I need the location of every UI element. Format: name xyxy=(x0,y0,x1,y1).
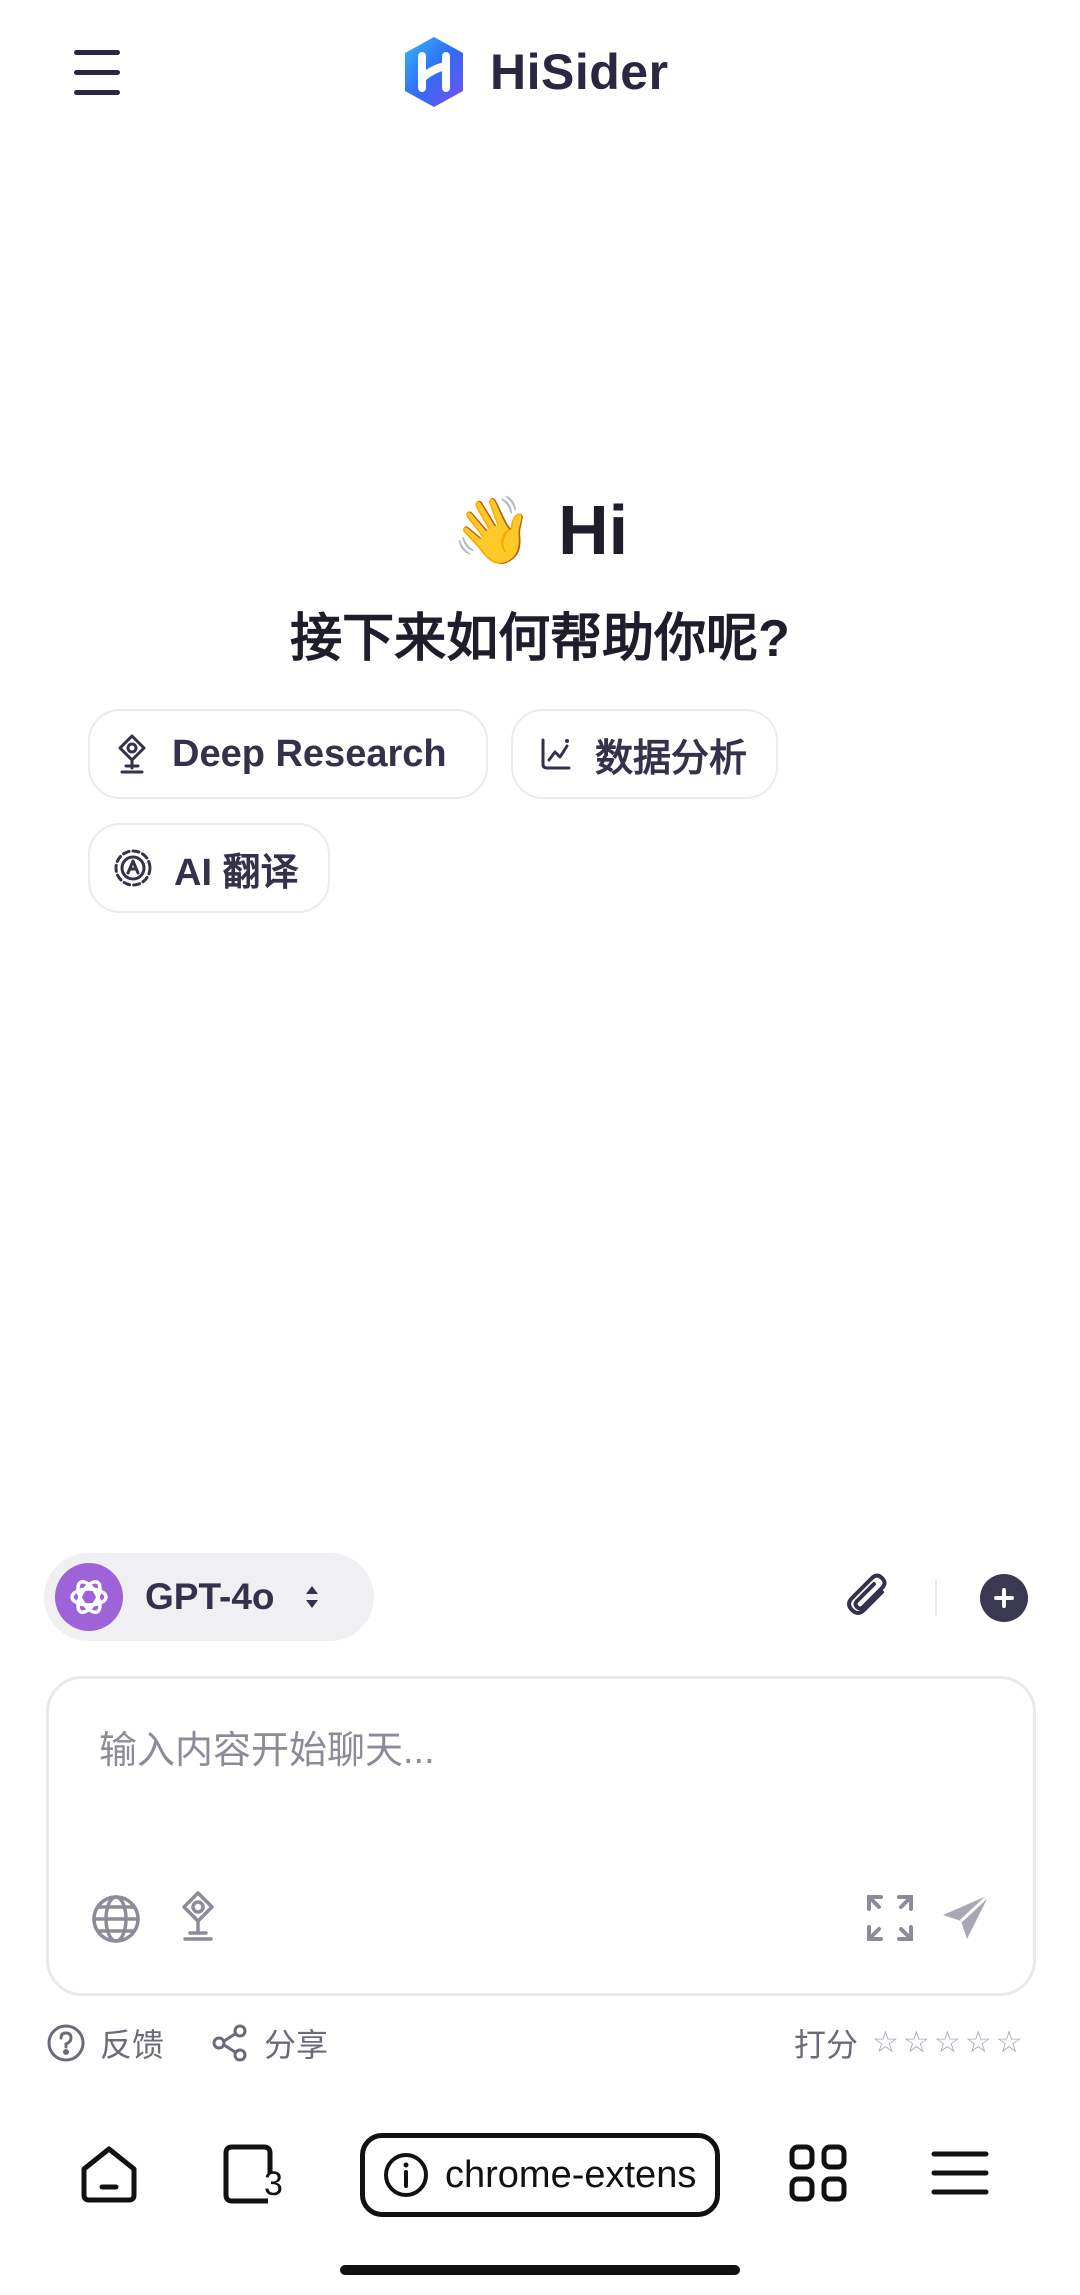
data-analysis-icon xyxy=(541,738,571,770)
chip-label: AI 翻译 xyxy=(174,851,299,894)
info-icon xyxy=(384,2153,428,2197)
star-icon[interactable]: ☆ xyxy=(965,2028,992,2058)
tab-count: 3 xyxy=(264,2165,283,2203)
chat-input[interactable] xyxy=(99,1721,979,1781)
chip-label: Deep Research xyxy=(172,732,447,775)
menu-bar xyxy=(74,90,120,95)
deep-research-icon xyxy=(118,734,146,774)
star-icon[interactable]: ☆ xyxy=(872,2028,899,2058)
url-text: chrome-extens xyxy=(445,2153,697,2196)
deep-research-icon[interactable] xyxy=(175,1889,221,1945)
tabs-icon xyxy=(223,2144,273,2204)
chip-label: 数据分析 xyxy=(595,737,748,780)
model-name: GPT-4o xyxy=(145,1576,275,1617)
waving-hand-icon: 👋 xyxy=(451,493,535,567)
home-icon[interactable] xyxy=(78,2143,140,2205)
home-indicator xyxy=(340,2265,740,2275)
divider xyxy=(935,1580,937,1616)
send-icon[interactable] xyxy=(941,1893,993,1943)
help-circle-icon xyxy=(47,2024,85,2062)
address-bar[interactable]: chrome-extens xyxy=(360,2133,720,2217)
sort-caret-icon xyxy=(305,1586,318,1608)
tabs-button[interactable]: 3 xyxy=(220,2143,300,2209)
new-chat-button[interactable] xyxy=(980,1574,1028,1622)
page: HiSider 👋 Hi 接下来如何帮助你呢? Deep Research 数据… xyxy=(0,0,1080,2295)
paperclip-icon[interactable] xyxy=(842,1570,898,1626)
feedback-label: 反馈 xyxy=(100,2027,165,2063)
plus-icon xyxy=(994,1588,1014,1608)
apps-grid-icon[interactable] xyxy=(788,2143,848,2203)
chat-input-box xyxy=(46,1676,1036,1996)
brand: HiSider xyxy=(400,34,669,110)
menu-bar xyxy=(74,70,120,75)
model-selector[interactable]: GPT-4o xyxy=(44,1553,374,1641)
star-icon[interactable]: ☆ xyxy=(996,2028,1023,2058)
chip-ai-translate[interactable]: AI 翻译 xyxy=(88,823,330,913)
chip-deep-research[interactable]: Deep Research xyxy=(88,709,488,799)
feedback-button[interactable]: 反馈 xyxy=(46,2020,164,2066)
share-icon xyxy=(212,2024,247,2062)
hisider-logo-icon xyxy=(405,37,463,107)
browser-menu-icon[interactable] xyxy=(930,2148,990,2198)
share-button[interactable]: 分享 xyxy=(210,2020,328,2066)
fullscreen-icon[interactable] xyxy=(865,1893,915,1943)
rating-stars: ☆ ☆ ☆ ☆ ☆ xyxy=(872,2028,1023,2058)
app-name: HiSider xyxy=(490,44,669,100)
greeting-title: Hi xyxy=(558,491,629,569)
chip-data-analysis[interactable]: 数据分析 xyxy=(511,709,778,799)
globe-icon[interactable] xyxy=(89,1892,143,1946)
star-icon[interactable]: ☆ xyxy=(934,2028,961,2058)
greeting-subtitle: 接下来如何帮助你呢? xyxy=(290,610,790,668)
share-label: 分享 xyxy=(264,2027,329,2063)
menu-bar xyxy=(74,50,120,55)
ai-translate-icon xyxy=(114,849,152,887)
star-icon[interactable]: ☆ xyxy=(903,2028,930,2058)
rate-label: 打分 xyxy=(794,2027,859,2063)
rating: 打分 ☆ ☆ ☆ ☆ ☆ xyxy=(794,2020,1023,2066)
sidebar-menu-button[interactable] xyxy=(70,48,126,98)
greeting: 👋 Hi xyxy=(0,490,1080,570)
openai-icon xyxy=(55,1563,123,1631)
